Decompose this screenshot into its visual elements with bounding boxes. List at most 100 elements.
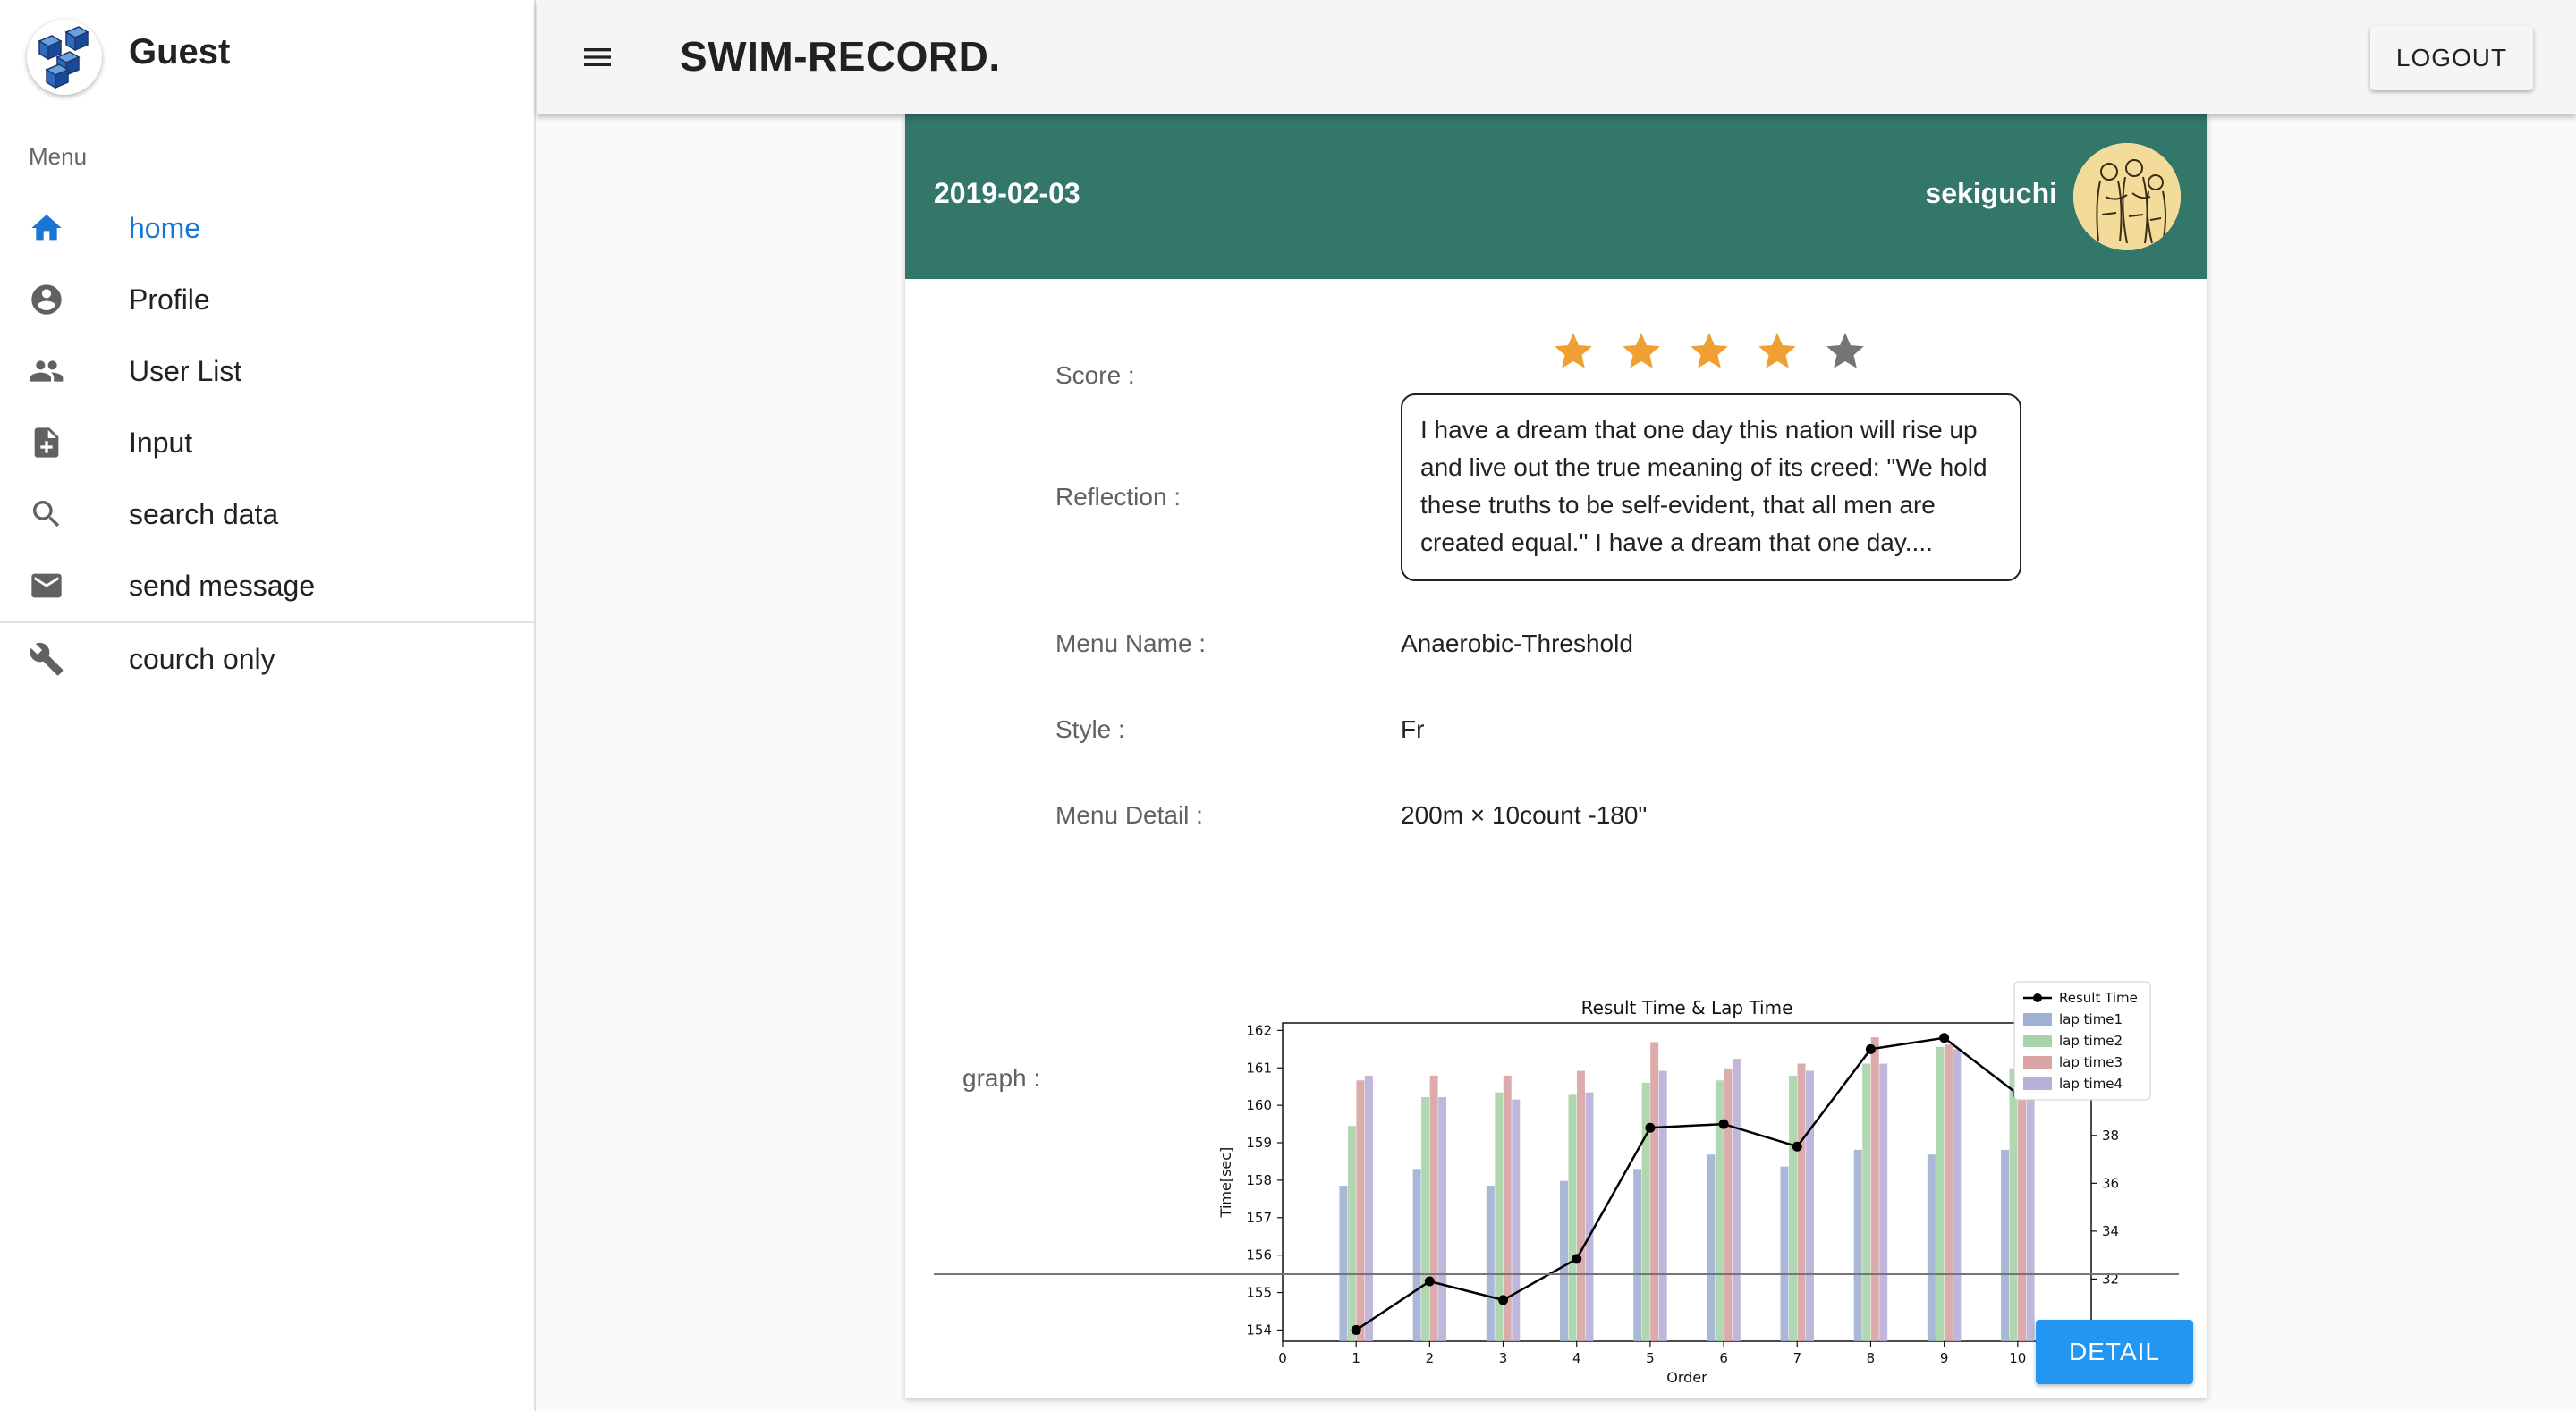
result-time-point — [1865, 1043, 1876, 1054]
wrench-icon — [30, 642, 64, 676]
y-left-tick-label: 161 — [1246, 1060, 1272, 1076]
bar-lap-time3 — [1429, 1075, 1438, 1341]
bar-lap-time2 — [1641, 1082, 1650, 1341]
bar-lap-time2 — [2009, 1068, 2018, 1341]
nav-item-label: search data — [129, 498, 279, 530]
bar-lap-time2 — [1862, 1063, 1871, 1341]
avatar[interactable] — [27, 20, 102, 95]
legend-label-lap-time1: lap time1 — [2059, 1011, 2123, 1027]
cubes-logo-icon — [38, 26, 89, 89]
legend-marker-swatch — [2033, 993, 2042, 1002]
chart-plot-frame — [1282, 1022, 2092, 1342]
y-left-tick-label: 155 — [1246, 1285, 1272, 1301]
record-date: 2019-02-03 — [934, 177, 1080, 209]
bar-lap-time1 — [1559, 1180, 1568, 1341]
bar-lap-time4 — [1658, 1070, 1667, 1341]
x-tick-label: 8 — [1867, 1350, 1876, 1366]
nav-item-label: Input — [129, 427, 193, 459]
record-user-name: sekiguchi — [1925, 177, 2057, 209]
style-value: Fr — [1401, 715, 1425, 743]
result-time-point — [1572, 1254, 1582, 1264]
nav-item-courch-only[interactable]: courch only — [0, 623, 536, 695]
bar-lap-time3 — [1576, 1070, 1585, 1341]
home-icon — [31, 215, 62, 241]
bar-lap-time4 — [1585, 1092, 1594, 1341]
result-time-point — [1498, 1295, 1509, 1305]
result-time-point — [1939, 1033, 1950, 1043]
x-tick-label: 2 — [1426, 1350, 1435, 1366]
sidebar-header: Guest — [0, 0, 534, 114]
result-time-point — [1718, 1119, 1729, 1129]
user-avatar[interactable] — [2073, 143, 2181, 250]
x-tick-label: 10 — [2009, 1350, 2026, 1366]
x-tick-label: 9 — [1940, 1350, 1949, 1366]
nav-item-input[interactable]: Input — [0, 407, 536, 478]
bar-lap-time1 — [1339, 1186, 1348, 1341]
bar-lap-time2 — [1347, 1126, 1356, 1341]
detail-button[interactable]: DETAIL — [2036, 1320, 2193, 1384]
bar-lap-time4 — [1732, 1059, 1741, 1341]
legend-label-lap-time4: lap time4 — [2059, 1076, 2123, 1092]
bar-lap-time2 — [1936, 1046, 1945, 1341]
star-filled-icon — [1555, 333, 1592, 368]
style-label: Style : — [1055, 715, 1125, 743]
record-card-header: 2019-02-03 sekiguchi — [905, 114, 2207, 279]
star-filled-icon — [1690, 333, 1728, 368]
bar-lap-time3 — [1724, 1068, 1733, 1341]
menu-section-label: Menu — [29, 143, 88, 170]
score-stars — [1551, 329, 1868, 374]
bar-lap-time4 — [1879, 1063, 1888, 1341]
bar-lap-time1 — [1633, 1169, 1642, 1341]
x-tick-label: 6 — [1719, 1350, 1728, 1366]
graph-label: graph : — [962, 1064, 1041, 1092]
bar-lap-time4 — [1953, 1049, 1962, 1341]
nav-item-label: Profile — [129, 283, 210, 316]
hamburger-menu-icon[interactable] — [580, 39, 615, 75]
people-icon — [30, 360, 64, 382]
nav-item-home[interactable]: home — [0, 192, 536, 264]
y-right-tick-label: 38 — [2102, 1128, 2119, 1144]
user-avatar-image — [2073, 143, 2181, 250]
x-tick-label: 5 — [1646, 1350, 1655, 1366]
legend-swatch — [2023, 1077, 2052, 1090]
result-chart: Result Time & Lap Time 0 1 2 3 4 5 6 7 8 9 10 Order 1… — [1200, 862, 2193, 1398]
legend-label-lap-time3: lap time3 — [2059, 1054, 2123, 1070]
menu-detail-value: 200m × 10count -180" — [1401, 801, 1648, 829]
x-tick-label: 1 — [1352, 1350, 1360, 1366]
y-left-tick-label: 162 — [1246, 1022, 1272, 1038]
legend-swatch — [2023, 1013, 2052, 1026]
bar-lap-time1 — [1486, 1186, 1495, 1341]
sidebar: Guest Menu home Profile User List Input … — [0, 0, 536, 1411]
y-axis-label: Time[sec] — [1217, 1147, 1234, 1219]
result-time-point — [1645, 1122, 1656, 1133]
app-bar: SWIM-RECORD. LOGOUT — [537, 0, 2576, 114]
bar-lap-time1 — [1780, 1166, 1789, 1341]
result-time-point — [1424, 1276, 1435, 1287]
bar-lap-time1 — [1412, 1169, 1421, 1341]
nav-item-label: courch only — [129, 643, 275, 675]
nav-item-profile[interactable]: Profile — [0, 264, 536, 335]
y-right-tick-label: 34 — [2102, 1223, 2119, 1239]
account-circle-icon — [31, 284, 62, 315]
bar-lap-time2 — [1421, 1096, 1430, 1341]
nav-item-search-data[interactable]: search data — [0, 478, 536, 550]
result-chart-svg: Result Time & Lap Time0 1 2 3 4 5 6 7 8 9 10Order1… — [1217, 981, 2151, 1386]
reflection-label: Reflection : — [1055, 483, 1182, 511]
bar-lap-time3 — [1944, 1044, 1953, 1341]
nav-item-send-message[interactable]: send message — [0, 550, 536, 621]
bar-lap-time3 — [1356, 1080, 1365, 1341]
x-tick-label: 3 — [1499, 1350, 1508, 1366]
chart-title: Result Time & Lap Time — [1581, 997, 1793, 1018]
menu-name-value: Anaerobic-Threshold — [1401, 629, 1633, 657]
y-left-tick-label: 160 — [1246, 1097, 1272, 1113]
nav-item-user-list[interactable]: User List — [0, 335, 536, 407]
star-empty-icon — [1826, 333, 1864, 368]
legend-swatch — [2023, 1056, 2052, 1069]
reflection-text: I have a dream that one day this nation … — [1401, 393, 2021, 581]
result-time-line — [1355, 1036, 2019, 1331]
bar-lap-time1 — [1927, 1154, 1936, 1341]
logout-button[interactable]: LOGOUT — [2370, 26, 2533, 90]
legend-label-result-time: Result Time — [2059, 990, 2138, 1006]
x-axis-label: Order — [1666, 1369, 1707, 1386]
y-left-tick-label: 158 — [1246, 1172, 1272, 1188]
